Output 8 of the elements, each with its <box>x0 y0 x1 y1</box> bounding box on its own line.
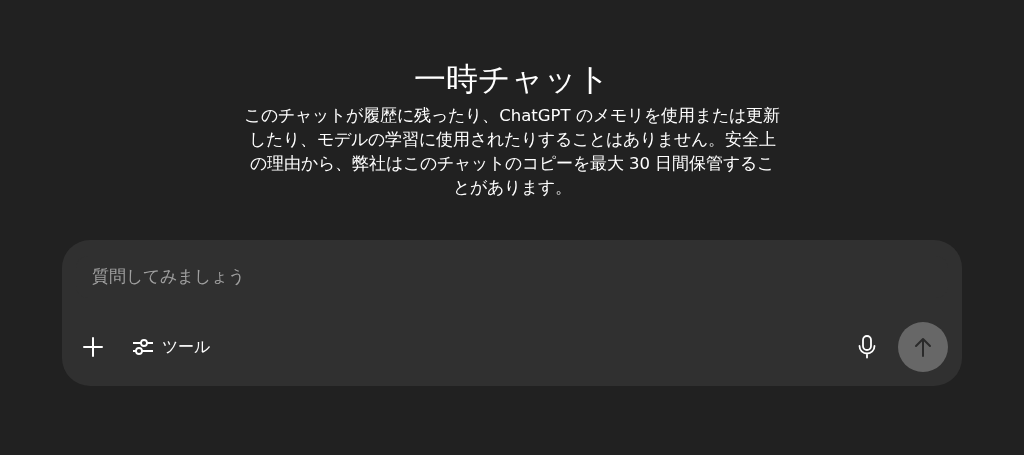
tools-button[interactable]: ツール <box>126 329 216 366</box>
page-title: 一時チャット <box>414 60 610 99</box>
sliders-icon <box>132 337 154 358</box>
microphone-icon <box>858 335 876 360</box>
chat-composer[interactable]: 質問してみましょう ツール <box>62 240 962 387</box>
arrow-up-icon <box>913 336 933 359</box>
plus-icon <box>82 336 104 359</box>
description-text: このチャットが履歴に残ったり、ChatGPT のメモリを使用または更新したり、モデルの学習に使用されたりすることはありません。安全上の理由から、弊社はこのチャットのコピーを最大 30 日間保管することがあります。 <box>243 105 781 200</box>
